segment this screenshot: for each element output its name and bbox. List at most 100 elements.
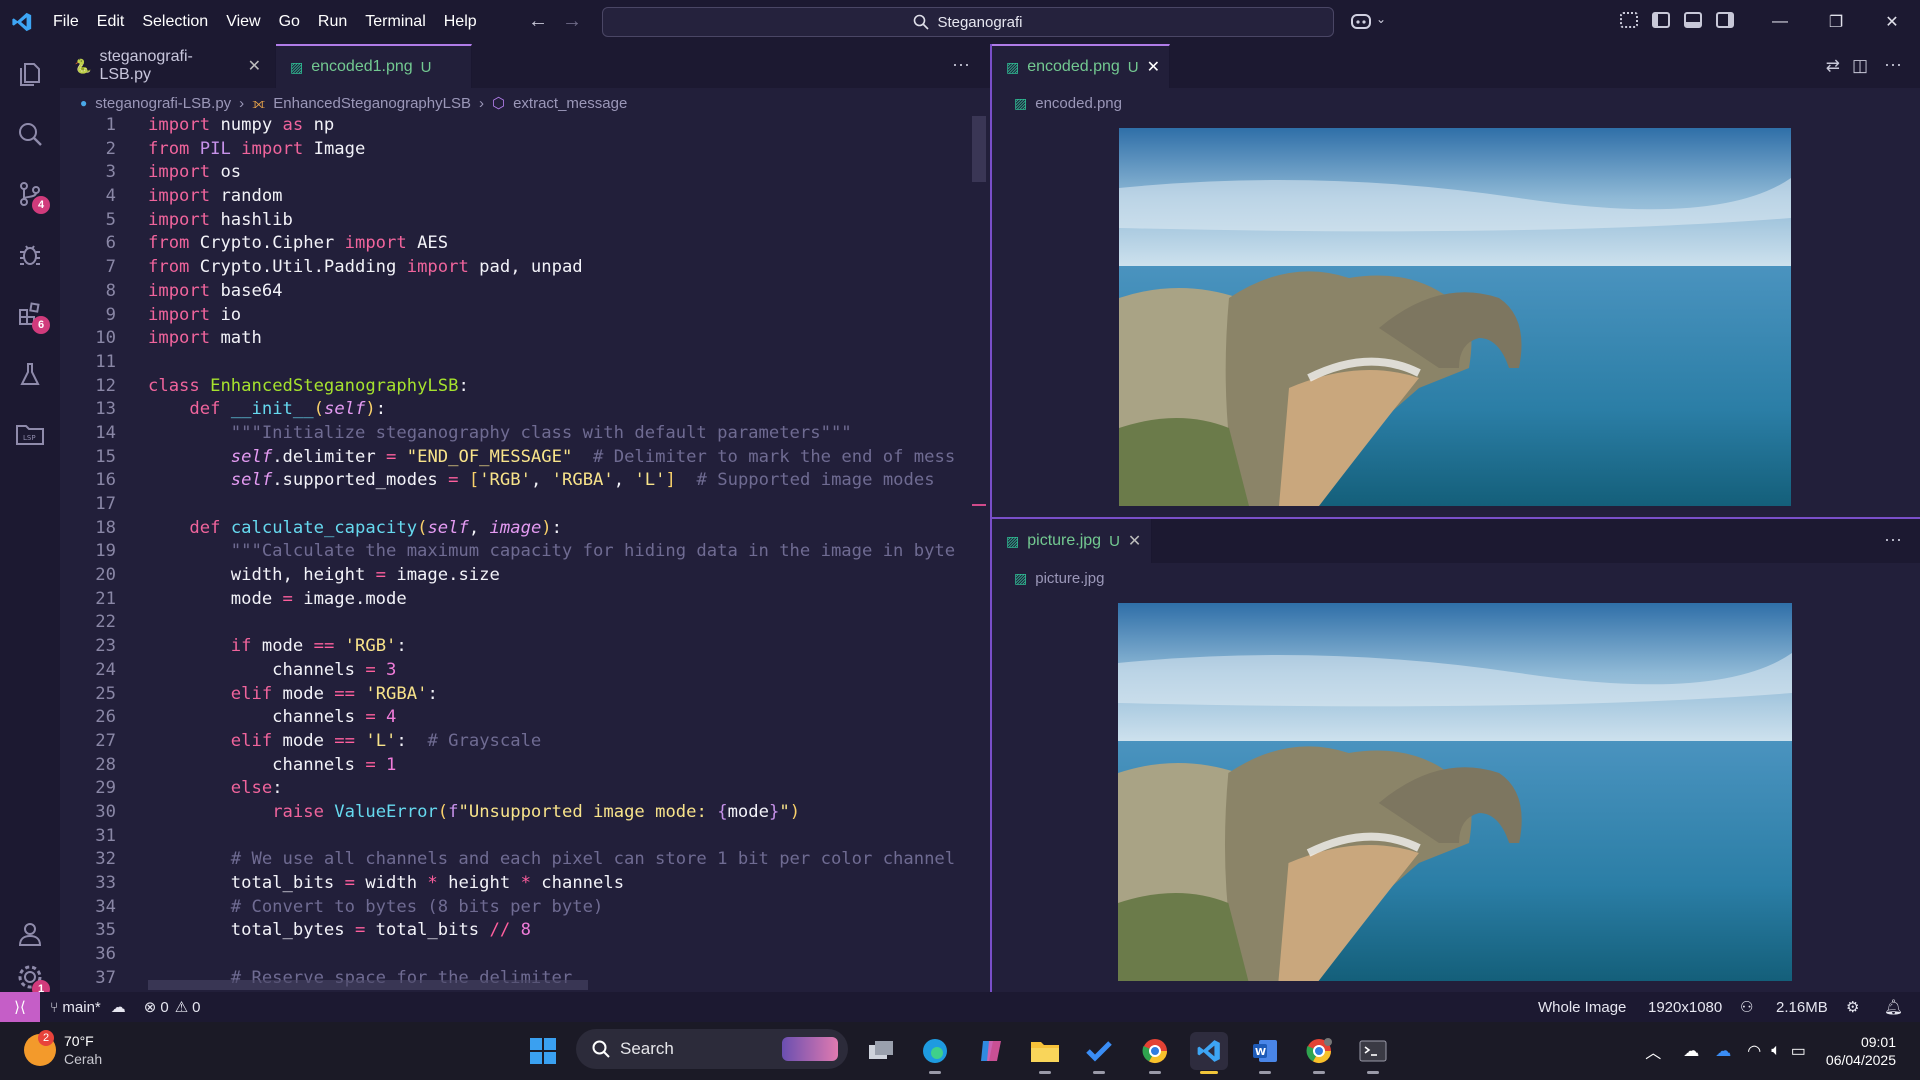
search-view-icon[interactable] bbox=[0, 106, 60, 162]
more-actions-icon[interactable]: ··· bbox=[952, 54, 970, 75]
manage-gear-icon[interactable]: 1 bbox=[0, 962, 60, 998]
more-actions-icon[interactable]: ··· bbox=[1884, 54, 1902, 75]
code-line[interactable]: 22 bbox=[60, 611, 990, 635]
back-arrow-icon[interactable]: ← bbox=[528, 10, 548, 33]
breadcrumb-file[interactable]: picture.jpg bbox=[1035, 570, 1104, 587]
code-line[interactable]: 15 self.delimiter = "END_OF_MESSAGE" # D… bbox=[60, 446, 990, 470]
close-window-icon[interactable]: ✕ bbox=[1864, 0, 1920, 44]
code-line[interactable]: 33 total_bits = width * height * channel… bbox=[60, 872, 990, 896]
copilot-app-icon[interactable] bbox=[972, 1032, 1010, 1070]
menu-terminal[interactable]: Terminal bbox=[356, 0, 434, 44]
code-line[interactable]: 14 """Initialize steganography class wit… bbox=[60, 422, 990, 446]
menu-view[interactable]: View bbox=[217, 0, 269, 44]
code-line[interactable]: 5 import hashlib bbox=[60, 209, 990, 233]
weather-widget[interactable]: 2 70°F Cerah bbox=[24, 1030, 102, 1068]
remote-indicator-icon[interactable]: ⟩⟨ bbox=[0, 992, 40, 1022]
explorer-icon[interactable] bbox=[0, 46, 60, 102]
menu-edit[interactable]: Edit bbox=[88, 0, 134, 44]
terminal-icon[interactable] bbox=[1354, 1032, 1392, 1074]
tab-encoded-png[interactable]: ▨ encoded.png U ✕ bbox=[992, 44, 1170, 88]
onedrive-icon[interactable]: ☁ bbox=[1683, 1041, 1699, 1061]
warning-count[interactable]: 0 bbox=[192, 999, 200, 1016]
code-line[interactable]: 25 elif mode == 'RGBA': bbox=[60, 683, 990, 707]
clock[interactable]: 09:01 06/04/2025 bbox=[1826, 1033, 1920, 1069]
notifications-bell-icon[interactable]: 🔔︎ bbox=[1884, 998, 1903, 1016]
breadcrumb-file[interactable]: steganografi-LSB.py bbox=[95, 95, 231, 112]
breadcrumb-file[interactable]: encoded.png bbox=[1035, 95, 1122, 112]
split-editor-icon[interactable]: ◫ bbox=[1852, 56, 1868, 76]
restore-icon[interactable]: ❐ bbox=[1808, 0, 1864, 44]
code-line[interactable]: 17 bbox=[60, 493, 990, 517]
code-line[interactable]: 1 import numpy as np bbox=[60, 114, 990, 138]
branch-name[interactable]: main* bbox=[62, 999, 100, 1016]
more-actions-icon[interactable]: ··· bbox=[1884, 529, 1902, 550]
code-line[interactable]: 35 total_bytes = total_bits // 8 bbox=[60, 919, 990, 943]
onedrive-business-icon[interactable]: ☁ bbox=[1715, 1041, 1731, 1061]
code-line[interactable]: 23 if mode == 'RGB': bbox=[60, 635, 990, 659]
code-line[interactable]: 19 """Calculate the maximum capacity for… bbox=[60, 540, 990, 564]
code-line[interactable]: 8 import base64 bbox=[60, 280, 990, 304]
chevron-up-icon[interactable]: ︿ bbox=[1645, 1039, 1661, 1063]
volume-icon[interactable]: 🔈︎ bbox=[1771, 1042, 1781, 1060]
settings-sync-icon[interactable]: ⚙ bbox=[1846, 998, 1859, 1016]
battery-icon[interactable]: ▭ bbox=[1791, 1041, 1806, 1061]
wifi-icon[interactable]: ◠ bbox=[1747, 1041, 1761, 1061]
code-line[interactable]: 26 channels = 4 bbox=[60, 706, 990, 730]
horizontal-scrollbar[interactable] bbox=[148, 980, 588, 990]
start-windows-icon[interactable] bbox=[524, 1032, 562, 1070]
open-changes-icon[interactable]: ⇄ bbox=[1826, 56, 1840, 76]
code-line[interactable]: 34 # Convert to bytes (8 bits per byte) bbox=[60, 896, 990, 920]
source-control-icon[interactable]: 4 bbox=[0, 166, 60, 222]
code-line[interactable]: 7 from Crypto.Util.Padding import pad, un… bbox=[60, 256, 990, 280]
taskbar-search[interactable]: Search bbox=[576, 1029, 848, 1069]
minimize-icon[interactable]: — bbox=[1752, 0, 1808, 44]
code-line[interactable]: 11 bbox=[60, 351, 990, 375]
code-line[interactable]: 28 channels = 1 bbox=[60, 754, 990, 778]
customize-layout-icon[interactable] bbox=[1620, 12, 1638, 28]
todo-check-icon[interactable] bbox=[1080, 1032, 1118, 1074]
file-explorer-icon[interactable] bbox=[1026, 1032, 1064, 1074]
copilot-status-icon[interactable]: ⚇ bbox=[1740, 998, 1753, 1016]
code-line[interactable]: 9 import io bbox=[60, 304, 990, 328]
code-line[interactable]: 3 import os bbox=[60, 161, 990, 185]
copilot-menu[interactable]: ⌄ bbox=[1350, 12, 1386, 30]
lsp-folder-icon[interactable]: LSP bbox=[0, 406, 60, 462]
menu-file[interactable]: File bbox=[44, 0, 88, 44]
code-line[interactable]: 10 import math bbox=[60, 327, 990, 351]
tab-picture-jpg[interactable]: ▨ picture.jpg U ✕ bbox=[992, 519, 1152, 563]
breadcrumb-class[interactable]: EnhancedSteganographyLSB bbox=[273, 95, 471, 112]
accounts-icon[interactable] bbox=[0, 906, 60, 962]
breadcrumb-method[interactable]: extract_message bbox=[513, 95, 627, 112]
close-icon[interactable]: ✕ bbox=[1147, 57, 1160, 77]
extensions-icon[interactable]: 6 bbox=[0, 286, 60, 342]
edge-icon[interactable] bbox=[916, 1032, 954, 1074]
close-icon[interactable]: ✕ bbox=[1128, 531, 1141, 551]
menu-selection[interactable]: Selection bbox=[133, 0, 217, 44]
close-icon[interactable]: ✕ bbox=[248, 56, 261, 76]
code-line[interactable]: 20 width, height = image.size bbox=[60, 564, 990, 588]
code-line[interactable]: 32 # We use all channels and each pixel … bbox=[60, 848, 990, 872]
code-line[interactable]: 2 from PIL import Image bbox=[60, 138, 990, 162]
code-line[interactable]: 16 self.supported_modes = ['RGB', 'RGBA'… bbox=[60, 469, 990, 493]
error-count[interactable]: 0 bbox=[160, 999, 168, 1016]
code-line[interactable]: 31 bbox=[60, 825, 990, 849]
forward-arrow-icon[interactable]: → bbox=[562, 10, 582, 33]
chrome-icon[interactable] bbox=[1136, 1032, 1174, 1074]
tab-encoded1-png[interactable]: ▨ encoded1.png U bbox=[276, 44, 472, 88]
code-line[interactable]: 29 else: bbox=[60, 777, 990, 801]
code-line[interactable]: 27 elif mode == 'L': # Grayscale bbox=[60, 730, 990, 754]
toggle-primary-sidebar-icon[interactable] bbox=[1652, 12, 1670, 28]
testing-flask-icon[interactable] bbox=[0, 346, 60, 402]
sync-icon[interactable]: ☁ bbox=[111, 998, 126, 1016]
code-line[interactable]: 21 mode = image.mode bbox=[60, 588, 990, 612]
chrome-profile-icon[interactable] bbox=[1300, 1032, 1338, 1074]
task-view-icon[interactable] bbox=[862, 1032, 900, 1070]
vertical-scrollbar[interactable] bbox=[972, 116, 986, 182]
vscode-taskbar-icon[interactable] bbox=[1190, 1032, 1228, 1074]
code-line[interactable]: 12 class EnhancedSteganographyLSB: bbox=[60, 375, 990, 399]
code-line[interactable]: 18 def calculate_capacity(self, image): bbox=[60, 517, 990, 541]
code-line[interactable]: 24 channels = 3 bbox=[60, 659, 990, 683]
toggle-secondary-sidebar-icon[interactable] bbox=[1716, 12, 1734, 28]
tab-steganografi-lsb-py[interactable]: 🐍 steganografi-LSB.py ✕ bbox=[60, 44, 276, 88]
word-icon[interactable]: W bbox=[1246, 1032, 1284, 1074]
